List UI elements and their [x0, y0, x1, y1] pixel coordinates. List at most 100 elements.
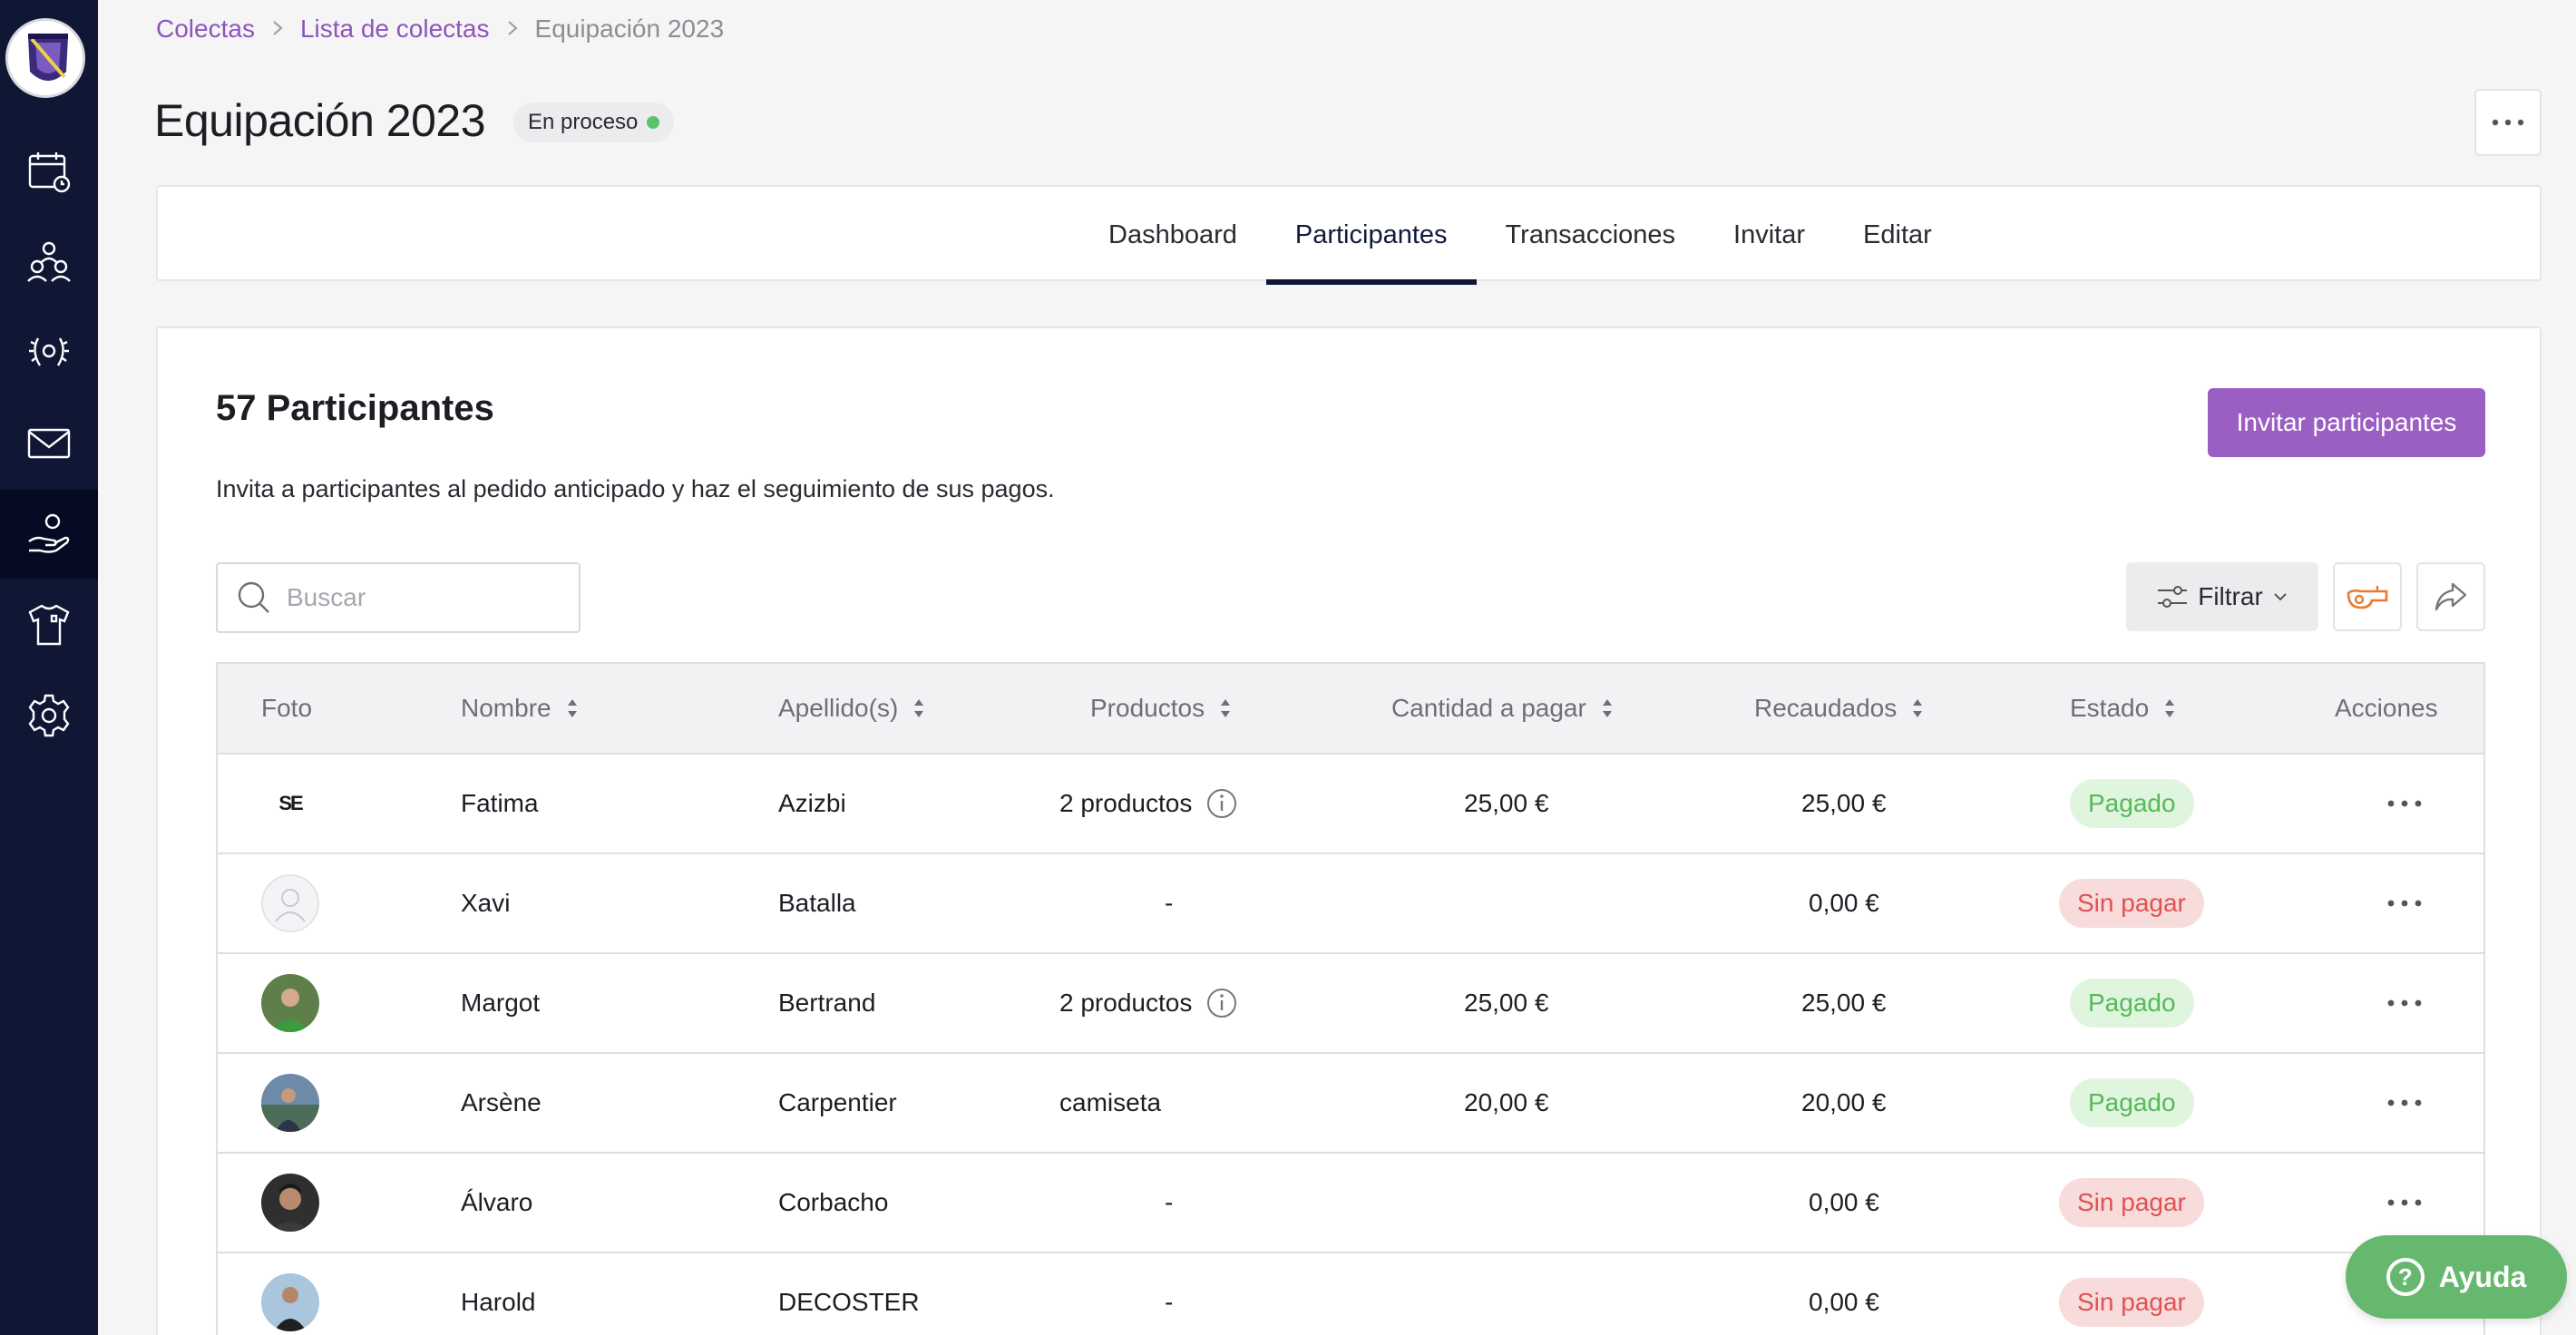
tab-editar[interactable]: Editar	[1834, 187, 1961, 283]
sidebar-item-settings[interactable]	[0, 671, 98, 760]
row-actions-button[interactable]	[2387, 854, 2422, 952]
status-badge: Pagado	[2070, 1078, 2194, 1127]
whistle-reminder-button[interactable]	[2333, 562, 2402, 631]
sort-icon	[1911, 697, 1924, 720]
tab-dashboard[interactable]: Dashboard	[1079, 187, 1266, 283]
sidebar	[0, 0, 98, 1335]
row-actions-button[interactable]	[2387, 755, 2422, 853]
user-photo-icon	[261, 1074, 319, 1132]
avatar	[261, 854, 319, 952]
sidebar-item-team[interactable]	[0, 218, 98, 307]
cell-estado: Sin pagar	[2059, 1253, 2204, 1335]
cell-cantidad: 25,00 €	[1464, 989, 1549, 1017]
chevron-down-icon	[2274, 593, 2287, 601]
avatar	[261, 954, 319, 1052]
share-button[interactable]	[2416, 562, 2485, 631]
user-photo-icon	[261, 1174, 319, 1232]
sidebar-item-competitions[interactable]	[0, 308, 98, 397]
breadcrumb-link-lista[interactable]: Lista de colectas	[300, 15, 490, 44]
trophy-icon	[29, 337, 69, 366]
table-row[interactable]: Margot Bertrand 2 productos 25,00 € 25,0…	[218, 954, 2483, 1054]
table-row[interactable]: Harold DECOSTER - 0,00 € Sin pagar	[218, 1253, 2483, 1335]
cell-recaudados: 0,00 €	[1809, 1188, 1879, 1216]
help-button[interactable]: ? Ayuda	[2346, 1235, 2567, 1319]
shirt-icon	[28, 604, 70, 646]
team-icon	[27, 241, 71, 282]
section-title: 57 Participantes	[216, 388, 494, 428]
avatar	[261, 1054, 319, 1152]
status-badge: Sin pagar	[2059, 1178, 2204, 1227]
cell-estado: Sin pagar	[2059, 854, 2204, 952]
sidebar-item-calendar[interactable]	[0, 127, 98, 216]
cell-productos: -	[1165, 1288, 1174, 1316]
header-nombre[interactable]: Nombre	[461, 694, 579, 723]
cell-nombre: Margot	[461, 989, 541, 1017]
cell-nombre: Arsène	[461, 1088, 542, 1116]
header-apellidos[interactable]: Apellido(s)	[778, 694, 925, 723]
cell-productos: 2 productos	[1059, 954, 1237, 1052]
tab-invitar[interactable]: Invitar	[1704, 187, 1834, 283]
sliders-icon	[2158, 586, 2188, 608]
participants-card: 57 Participantes Invita a participantes …	[156, 326, 2542, 1335]
info-icon[interactable]	[1206, 988, 1237, 1018]
section-description: Invita a participantes al pedido anticip…	[216, 475, 1055, 502]
table-row[interactable]: Xavi Batalla - 0,00 € Sin pagar	[218, 854, 2483, 954]
status-badge: Sin pagar	[2059, 1278, 2204, 1327]
status-badge: Sin pagar	[2059, 879, 2204, 928]
cell-nombre: Xavi	[461, 889, 511, 917]
info-icon[interactable]	[1206, 788, 1237, 819]
cell-recaudados: 25,00 €	[1801, 989, 1887, 1017]
tab-participantes[interactable]: Participantes	[1265, 187, 1477, 285]
breadcrumb: Colectas Lista de colectas Equipación 20…	[156, 13, 724, 45]
cell-recaudados: 25,00 €	[1801, 789, 1887, 817]
invite-participants-button[interactable]: Invitar participantes	[2208, 388, 2485, 457]
productos-label: 2 productos	[1059, 989, 1193, 1017]
status-badge: Pagado	[2070, 779, 2194, 828]
table-header: Foto Nombre Apellido(s) Productos Cantid…	[218, 664, 2483, 755]
header-estado[interactable]: Estado	[2070, 694, 2176, 723]
sidebar-item-messages[interactable]	[0, 399, 98, 488]
sort-icon	[1219, 697, 1232, 720]
row-actions-button[interactable]	[2387, 954, 2422, 1052]
cell-recaudados: 0,00 €	[1809, 889, 1879, 917]
user-photo-icon	[261, 1273, 319, 1331]
header-productos[interactable]: Productos	[1090, 694, 1232, 723]
search-icon	[238, 581, 269, 613]
cell-cantidad: 20,00 €	[1464, 1088, 1549, 1116]
cell-apellido: Bertrand	[778, 989, 876, 1017]
status-badge: Pagado	[2070, 979, 2194, 1028]
donation-hand-icon	[28, 513, 70, 553]
header-recaudados[interactable]: Recaudados	[1754, 694, 1924, 723]
row-actions-button[interactable]	[2387, 1054, 2422, 1152]
club-logo[interactable]	[5, 18, 85, 98]
more-horizontal-icon	[2387, 800, 2422, 807]
cell-nombre: Álvaro	[461, 1188, 533, 1216]
cell-apellido: Batalla	[778, 889, 856, 917]
cell-apellido: Azizbi	[778, 789, 846, 817]
user-placeholder-icon	[275, 889, 306, 922]
cell-cantidad: 25,00 €	[1464, 789, 1549, 817]
breadcrumb-link-colectas[interactable]: Colectas	[156, 15, 255, 44]
search-box	[216, 562, 581, 633]
search-input[interactable]	[287, 583, 559, 612]
status-dot-icon	[647, 116, 660, 129]
more-horizontal-icon	[2387, 900, 2422, 907]
participants-table: Foto Nombre Apellido(s) Productos Cantid…	[216, 662, 2485, 1335]
table-row[interactable]: SE Fatima Azizbi 2 productos 25,00 € 25,…	[218, 755, 2483, 854]
header-acciones: Acciones	[2335, 694, 2438, 722]
more-horizontal-icon	[2387, 1199, 2422, 1206]
filter-button[interactable]: Filtrar	[2126, 562, 2318, 631]
cell-recaudados: 20,00 €	[1801, 1088, 1887, 1116]
cell-productos: camiseta	[1059, 1088, 1162, 1116]
header-cantidad[interactable]: Cantidad a pagar	[1391, 694, 1614, 723]
chevron-right-icon	[506, 15, 519, 44]
table-row[interactable]: Arsène Carpentier camiseta 20,00 € 20,00…	[218, 1054, 2483, 1154]
page-more-button[interactable]	[2474, 89, 2542, 156]
tab-transacciones[interactable]: Transacciones	[1477, 187, 1705, 283]
table-row[interactable]: Álvaro Corbacho - 0,00 € Sin pagar	[218, 1154, 2483, 1253]
sidebar-item-store[interactable]	[0, 580, 98, 669]
cell-estado: Sin pagar	[2059, 1154, 2204, 1252]
sidebar-item-colectas[interactable]	[0, 490, 98, 579]
productos-label: 2 productos	[1059, 789, 1193, 817]
avatar	[261, 1154, 319, 1252]
